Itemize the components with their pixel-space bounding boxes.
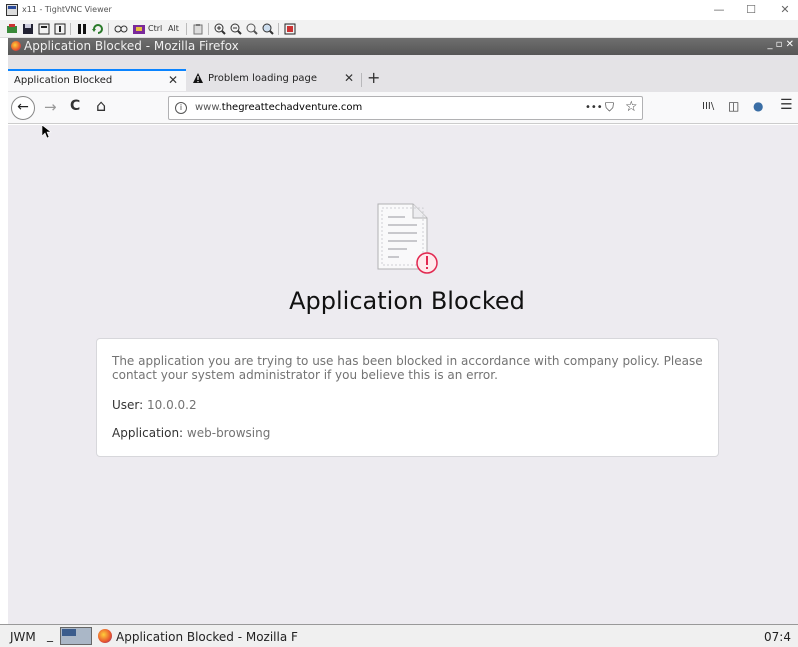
user-line: User: 10.0.0.2 bbox=[112, 398, 197, 412]
sidebar-icon[interactable]: ◫ bbox=[728, 99, 739, 113]
block-message-card: The application you are trying to use ha… bbox=[96, 338, 719, 457]
application-line: Application: web-browsing bbox=[112, 426, 270, 440]
page-content: Application Blocked The application you … bbox=[8, 125, 798, 624]
firefox-icon bbox=[11, 41, 21, 51]
block-message: The application you are trying to use ha… bbox=[112, 354, 703, 382]
taskbar-clock: 07:4 bbox=[764, 630, 791, 644]
ctrl-esc-icon[interactable] bbox=[132, 23, 146, 35]
page-title: Application Blocked bbox=[289, 287, 525, 315]
clipboard-icon[interactable] bbox=[192, 23, 204, 35]
reload-button[interactable]: C bbox=[70, 98, 80, 114]
jwm-menu-button[interactable]: JWM bbox=[10, 630, 36, 644]
bookmark-star-icon[interactable]: ☆ bbox=[625, 99, 638, 115]
url-bar[interactable]: i www.thegreattechadventure.com ••• ⛉ ☆ bbox=[168, 96, 643, 120]
zoom-out-icon[interactable] bbox=[230, 23, 242, 35]
account-icon[interactable]: ● bbox=[753, 99, 763, 113]
firefox-title-bar: Application Blocked - Mozilla Firefox _ … bbox=[8, 38, 798, 55]
home-button[interactable]: ⌂ bbox=[96, 96, 106, 115]
ctrl-key-button[interactable]: Ctrl bbox=[148, 24, 162, 36]
vnc-close-button[interactable]: ✕ bbox=[778, 3, 792, 16]
vnc-toolbar: Ctrl Alt bbox=[0, 20, 798, 38]
taskbar-firefox-task[interactable]: Application Blocked - Mozilla F bbox=[116, 630, 298, 644]
vnc-title-bar: x11 - TightVNC Viewer — ☐ ✕ bbox=[0, 0, 798, 20]
mouse-cursor-icon bbox=[42, 125, 52, 139]
tab-label: Application Blocked bbox=[14, 75, 113, 86]
firefox-window-controls[interactable]: _ ▫ ✕ bbox=[767, 39, 794, 50]
url-text[interactable]: www.thegreattechadventure.com bbox=[195, 102, 362, 113]
tab-close-button[interactable]: ✕ bbox=[344, 71, 354, 85]
navigation-bar: ← → C ⌂ i www.thegreattechadventure.com … bbox=[8, 92, 798, 124]
vnc-maximize-button[interactable]: ☐ bbox=[744, 3, 758, 16]
vnc-minimize-button[interactable]: — bbox=[712, 3, 726, 16]
tab-close-button[interactable]: ✕ bbox=[168, 73, 178, 87]
zoom-100-icon[interactable] bbox=[246, 23, 258, 35]
tab-problem-loading-page[interactable]: Problem loading page ✕ bbox=[188, 69, 360, 91]
tab-application-blocked[interactable]: Application Blocked ✕ bbox=[8, 69, 186, 91]
application-label: Application: bbox=[112, 426, 184, 440]
vnc-app-icon bbox=[6, 4, 18, 16]
zoom-in-icon[interactable] bbox=[214, 23, 226, 35]
page-actions-button[interactable]: ••• bbox=[585, 102, 603, 113]
zoom-fit-icon[interactable] bbox=[262, 23, 274, 35]
new-tab-button[interactable]: + bbox=[367, 68, 380, 87]
tab-bar: Application Blocked ✕ Problem loading pa… bbox=[8, 55, 798, 92]
vnc-window-title: x11 - TightVNC Viewer bbox=[22, 5, 112, 14]
application-value: web-browsing bbox=[186, 426, 271, 440]
site-info-icon[interactable]: i bbox=[175, 102, 187, 114]
save-icon[interactable] bbox=[22, 23, 34, 35]
menu-icon[interactable]: ☰ bbox=[780, 97, 793, 113]
ctrl-alt-del-icon[interactable] bbox=[114, 23, 128, 35]
warning-icon bbox=[193, 73, 203, 83]
new-connection-icon[interactable] bbox=[6, 23, 18, 35]
desktop-pager[interactable] bbox=[60, 627, 92, 645]
library-icon[interactable]: III\ bbox=[702, 101, 714, 112]
firefox-task-icon bbox=[98, 629, 112, 643]
info-icon[interactable] bbox=[54, 23, 66, 35]
user-value: 10.0.0.2 bbox=[147, 398, 197, 412]
window-left-edge bbox=[0, 38, 8, 624]
taskbar: JWM _ Application Blocked - Mozilla F 07… bbox=[0, 624, 798, 647]
fullscreen-icon[interactable] bbox=[284, 23, 296, 35]
forward-button[interactable]: → bbox=[44, 98, 57, 116]
tab-label: Problem loading page bbox=[208, 73, 318, 84]
blocked-document-icon bbox=[377, 203, 438, 274]
user-label: User: bbox=[112, 398, 144, 412]
refresh-icon[interactable] bbox=[92, 23, 104, 35]
options-icon[interactable] bbox=[38, 23, 50, 35]
back-button[interactable]: ← bbox=[11, 96, 35, 120]
show-desktop-button[interactable]: _ bbox=[47, 628, 53, 642]
alt-key-button[interactable]: Alt bbox=[168, 24, 179, 36]
firefox-window-title: Application Blocked - Mozilla Firefox bbox=[24, 39, 239, 53]
pause-icon[interactable] bbox=[76, 23, 88, 35]
pocket-icon[interactable]: ⛉ bbox=[605, 100, 614, 115]
